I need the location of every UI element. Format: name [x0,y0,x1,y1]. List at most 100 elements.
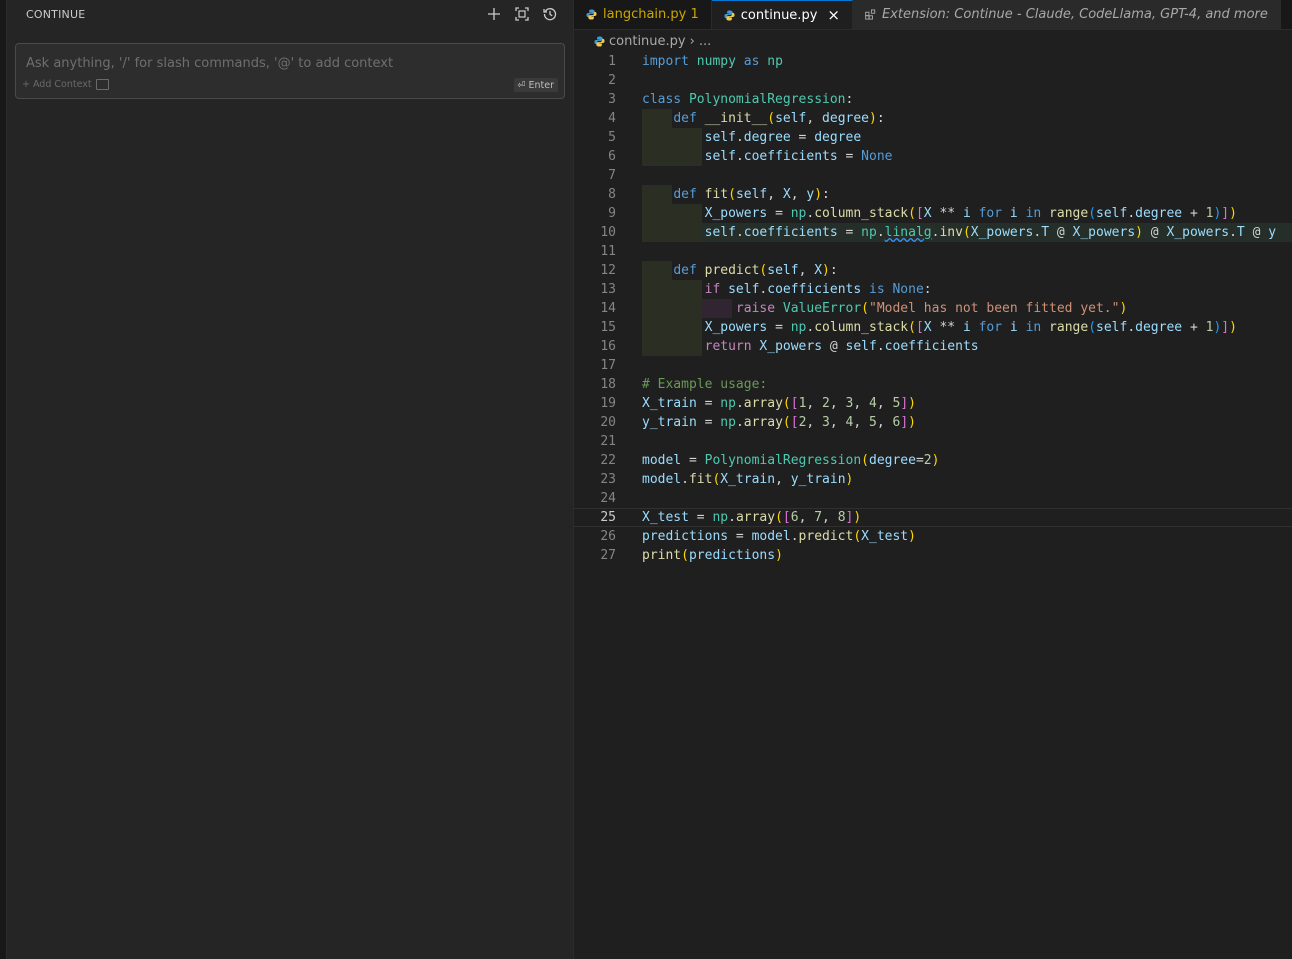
code-line[interactable]: 1 import numpy as np [574,52,1292,71]
code-line[interactable]: 26 predictions = model.predict(X_test) [574,527,1292,546]
code-text[interactable]: class PolynomialRegression: [642,90,853,109]
code-text[interactable]: X_powers = np.column_stack([X ** i for i… [642,318,1237,337]
code-line[interactable]: 25 X_test = np.array([6, 7, 8]) [574,508,1292,527]
code-text[interactable]: X_powers = np.column_stack([X ** i for i… [642,204,1237,223]
python-icon [594,35,605,47]
tab-langchain-py[interactable]: langchain.py 1 [574,0,712,29]
fullscreen-button[interactable] [513,5,531,23]
code-line[interactable]: 12 def predict(self, X): [574,261,1292,280]
code-line[interactable]: 21 [574,432,1292,451]
code-line[interactable]: 10 self.coefficients = np.linalg.inv(X_p… [574,223,1292,242]
code-text[interactable]: return X_powers @ self.coefficients [642,337,979,356]
code-line[interactable]: 9 X_powers = np.column_stack([X ** i for… [574,204,1292,223]
code-line[interactable]: 11 [574,242,1292,261]
code-line[interactable]: 19 X_train = np.array([1, 2, 3, 4, 5]) [574,394,1292,413]
code-text[interactable]: # Example usage: [642,375,767,394]
tab-continue-py[interactable]: continue.py × [711,0,853,29]
code-line[interactable]: 7 [574,166,1292,185]
tab-label: langchain.py 1 [603,7,699,22]
line-number: 2 [608,73,616,88]
code-line[interactable]: 23 model.fit(X_train, y_train) [574,470,1292,489]
chat-input[interactable] [24,52,548,74]
code-text[interactable]: model.fit(X_train, y_train) [642,470,853,489]
code-line[interactable]: 5 self.degree = degree [574,128,1292,147]
code-line[interactable]: 2 [574,71,1292,90]
tab-label: continue.py [740,7,818,23]
line-number: 3 [608,92,616,107]
line-number: 16 [600,339,616,354]
line-number: 6 [608,149,616,164]
line-number: 14 [600,301,616,316]
code-line[interactable]: 18 # Example usage: [574,375,1292,394]
code-editor[interactable]: 1 import numpy as np 2 3 class PolynomialReg… [574,52,1292,565]
continue-side-panel: CONTINUE + Add Context ⏎ Enter [7,0,574,959]
code-line[interactable]: 22 model = PolynomialRegression(degree=2) [574,451,1292,470]
code-line[interactable]: 24 [574,489,1292,508]
line-number: 12 [600,263,616,278]
side-panel-title: CONTINUE [26,7,86,21]
editor-area: langchain.py 1 continue.py × Extension: … [574,0,1292,959]
line-number: 26 [600,529,616,544]
code-line[interactable]: 17 [574,356,1292,375]
side-panel-actions [485,5,559,23]
tab-label: Extension: Continue - Claude, CodeLlama,… [881,7,1268,22]
code-text[interactable]: self.coefficients = None [642,147,893,166]
code-text[interactable]: raise ValueError("Model has not been fit… [642,299,1127,318]
line-number: 27 [600,548,616,563]
code-line[interactable]: 8 def fit(self, X, y): [574,185,1292,204]
line-number: 7 [608,168,616,183]
code-line[interactable]: 14 raise ValueError("Model has not been … [574,299,1292,318]
line-number: 15 [600,320,616,335]
code-line[interactable]: 20 y_train = np.array([2, 3, 4, 5, 6]) [574,413,1292,432]
close-icon[interactable]: × [827,7,840,23]
code-text[interactable]: def predict(self, X): [642,261,837,280]
line-number: 13 [600,282,616,297]
line-number: 20 [600,415,616,430]
side-panel-header: CONTINUE [7,0,573,28]
code-text[interactable]: predictions = model.predict(X_test) [642,527,916,546]
code-text[interactable]: if self.coefficients is None: [642,280,932,299]
code-line[interactable]: 16 return X_powers @ self.coefficients [574,337,1292,356]
line-number: 22 [600,453,616,468]
code-text[interactable]: import numpy as np [642,52,783,71]
code-text[interactable]: def fit(self, X, y): [642,185,830,204]
tab-extension-continue[interactable]: Extension: Continue - Claude, CodeLlama,… [852,0,1281,29]
code-text[interactable]: self.degree = degree [642,128,862,147]
code-text[interactable]: y_train = np.array([2, 3, 4, 5, 6]) [642,413,916,432]
chat-input-box[interactable]: + Add Context ⏎ Enter [15,43,565,99]
line-number: 17 [600,358,616,373]
python-icon [724,9,735,21]
problems-badge: 1 [690,7,699,22]
code-text[interactable]: self.coefficients = np.linalg.inv(X_powe… [642,223,1276,242]
code-line[interactable]: 13 if self.coefficients is None: [574,280,1292,299]
line-number: 11 [600,244,616,259]
line-number: 1 [608,54,616,69]
enter-label: ⏎ Enter [517,79,554,91]
code-text[interactable]: model = PolynomialRegression(degree=2) [642,451,939,470]
breadcrumb-file[interactable]: continue.py [609,34,686,49]
enter-button[interactable]: ⏎ Enter [513,78,558,92]
breadcrumb: continue.py › ... [574,30,1292,52]
new-session-button[interactable] [485,5,503,23]
code-text[interactable]: def __init__(self, degree): [642,109,884,128]
code-line[interactable]: 3 class PolynomialRegression: [574,90,1292,109]
breadcrumb-symbol[interactable]: ... [699,34,711,49]
code-text[interactable]: X_train = np.array([1, 2, 3, 4, 5]) [642,394,916,413]
history-icon [543,8,557,21]
activity-strip [0,0,7,959]
code-text[interactable]: X_test = np.array([6, 7, 8]) [642,509,861,526]
line-number: 8 [608,187,616,202]
code-line[interactable]: 4 def __init__(self, degree): [574,109,1292,128]
code-text[interactable]: print(predictions) [642,546,783,565]
breadcrumb-separator: › [689,33,695,49]
line-number: 19 [600,396,616,411]
history-button[interactable] [541,5,559,23]
add-context-label: + Add Context [22,79,92,90]
code-line[interactable]: 6 self.coefficients = None [574,147,1292,166]
line-number: 18 [600,377,616,392]
code-line[interactable]: 27 print(predictions) [574,546,1292,565]
python-icon [586,9,597,20]
add-context-button[interactable]: + Add Context [22,79,109,90]
code-line[interactable]: 15 X_powers = np.column_stack([X ** i fo… [574,318,1292,337]
image-icon[interactable] [95,79,109,90]
